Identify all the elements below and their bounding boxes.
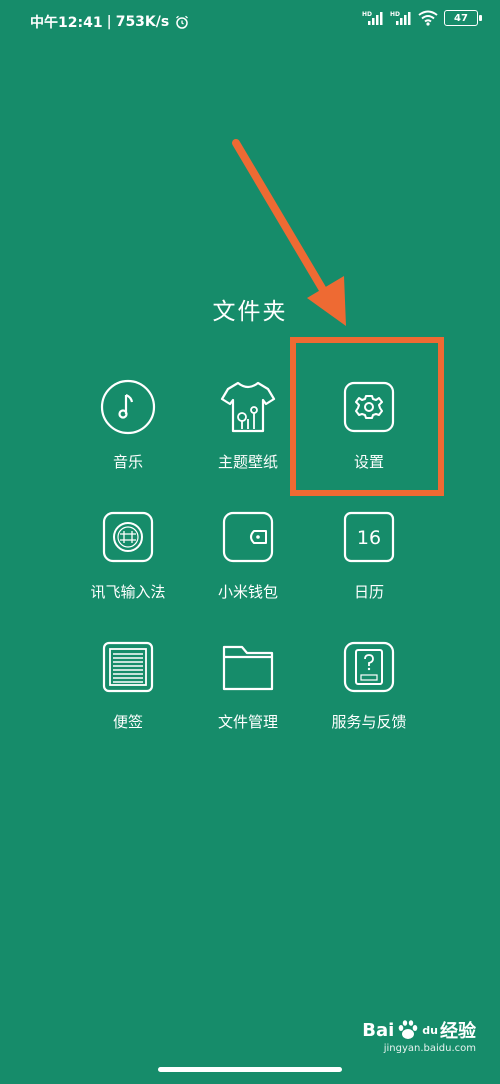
app-label-calendar: 日历 (353, 583, 384, 601)
calendar-day: 16 (357, 527, 381, 549)
battery-level: 47 (454, 12, 468, 24)
app-wallet[interactable]: 小米钱包 (188, 507, 308, 602)
watermark-url: jingyan.baidu.com (383, 1043, 476, 1054)
status-time: 中午12:41 (30, 15, 103, 31)
signal-hd-icon: HD (390, 10, 412, 26)
app-label-notes: 便签 (112, 713, 143, 731)
watermark-brand: Bai du 经验 (362, 1017, 476, 1043)
app-iflytek[interactable]: 讯飞输入法 (68, 507, 188, 602)
music-icon (98, 377, 158, 437)
service-feedback-icon (339, 637, 399, 697)
app-label-file-manager: 文件管理 (217, 713, 278, 731)
alarm-icon (175, 15, 189, 29)
app-label-music: 音乐 (112, 453, 143, 471)
baidu-watermark: Bai du 经验 jingyan.baidu.com (362, 1017, 476, 1055)
app-notes[interactable]: 便签 (68, 637, 188, 732)
app-calendar[interactable]: 16 日历 (309, 507, 429, 602)
svg-text:HD: HD (390, 11, 400, 18)
watermark-bai: Bai (362, 1019, 395, 1041)
home-indicator[interactable] (158, 1067, 342, 1072)
status-bar: 中午12:41 | 753K/s HD HD 47 (0, 0, 500, 44)
calendar-icon: 16 (339, 507, 399, 567)
app-label-wallet: 小米钱包 (217, 583, 278, 601)
battery-icon: 47 (444, 10, 482, 26)
highlight-box (290, 337, 444, 496)
wallet-icon (218, 507, 278, 567)
app-label-iflytek: 讯飞输入法 (90, 583, 166, 601)
status-left: 中午12:41 | 753K/s (30, 12, 189, 32)
svg-text:HD: HD (362, 11, 372, 18)
signal-hd-icon: HD (362, 10, 384, 26)
network-speed: 753K/s (115, 14, 170, 30)
paw-icon (396, 1019, 420, 1041)
app-file-manager[interactable]: 文件管理 (188, 637, 308, 732)
status-separator: | (106, 14, 112, 30)
wifi-icon (418, 10, 438, 26)
folder-title: 文件夹 (212, 299, 288, 325)
folder-icon (218, 637, 278, 697)
watermark-du: du (422, 1023, 438, 1037)
status-right: HD HD 47 (362, 10, 482, 26)
notes-icon (98, 637, 158, 697)
watermark-suffix: 经验 (440, 1021, 476, 1042)
iflytek-icon (98, 507, 158, 567)
app-music[interactable]: 音乐 (68, 377, 188, 472)
app-service-feedback[interactable]: 服务与反馈 (309, 637, 429, 732)
theme-shirt-icon (218, 377, 278, 437)
app-label-service-feedback: 服务与反馈 (331, 713, 407, 731)
